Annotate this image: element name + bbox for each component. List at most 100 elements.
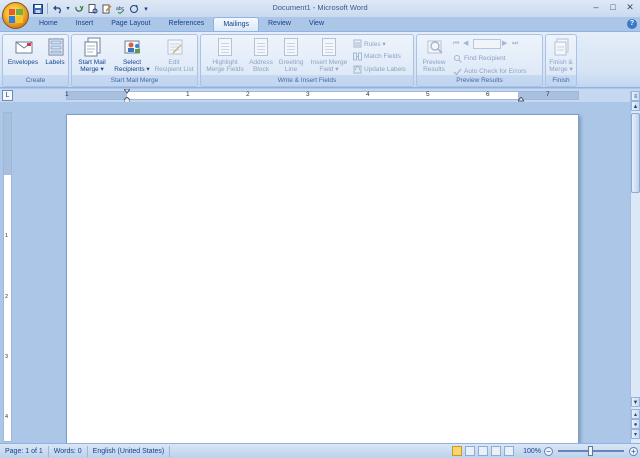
highlight-merge-fields-button[interactable]: Highlight Merge Fields <box>203 37 247 73</box>
find-recipient-icon <box>454 55 462 63</box>
insert-merge-field-label-2: Field ▾ <box>319 66 339 73</box>
envelopes-button[interactable]: Envelopes <box>5 37 41 66</box>
group-label-start-mail-merge: Start Mail Merge <box>110 77 159 84</box>
insert-merge-field-button[interactable]: Insert Merge Field ▾ <box>307 37 351 73</box>
next-page-icon[interactable]: ▾ <box>631 429 640 439</box>
update-labels-button[interactable]: Update Labels <box>353 64 406 75</box>
word-count[interactable]: Words: 0 <box>49 445 88 457</box>
zoom-slider-thumb[interactable] <box>588 446 593 456</box>
minimize-button[interactable]: – <box>588 1 604 14</box>
full-screen-reading-icon[interactable] <box>465 446 476 456</box>
start-mail-merge-label-1: Start Mail <box>78 59 106 66</box>
auto-check-errors-icon <box>453 68 462 76</box>
vertical-ruler[interactable]: 1 2 3 4 <box>3 112 12 442</box>
vertical-scrollbar[interactable]: ≡ ▲ ▼ ▴ ● ▾ <box>630 91 640 443</box>
match-fields-label: Match Fields <box>364 53 401 60</box>
document-page[interactable] <box>66 114 579 454</box>
preview-results-icon <box>425 37 443 57</box>
tab-insert[interactable]: Insert <box>67 17 103 31</box>
tab-review[interactable]: Review <box>259 17 300 31</box>
ruler-number: 4 <box>366 91 370 98</box>
select-recipients-label-2: Recipients ▾ <box>114 66 150 73</box>
rules-icon <box>353 39 362 48</box>
ruler-number: 1 <box>65 91 69 98</box>
address-block-button[interactable]: Address Block <box>247 37 275 73</box>
greeting-line-button[interactable]: Greeting Line <box>276 37 306 73</box>
highlight-merge-fields-label-1: Highlight <box>212 59 238 66</box>
labels-button[interactable]: Labels <box>43 37 67 66</box>
ruler-toggle-icon[interactable]: ≡ <box>631 91 640 101</box>
web-layout-icon[interactable] <box>478 446 489 456</box>
tab-selector[interactable]: L <box>2 90 13 101</box>
zoom-out-icon[interactable]: − <box>544 446 553 456</box>
scroll-down-icon[interactable]: ▼ <box>631 397 640 407</box>
ribbon-tabs: Home Insert Page Layout References Maili… <box>30 17 333 31</box>
edit-recipient-list-label-2: Recipient List <box>154 66 194 73</box>
insert-merge-field-icon <box>320 37 338 57</box>
vruler-number: 1 <box>5 233 9 239</box>
draft-view-icon[interactable] <box>504 446 515 456</box>
labels-icon <box>46 37 64 57</box>
first-record-icon[interactable]: ⏮ <box>453 39 462 48</box>
last-record-icon[interactable]: ⏭ <box>512 39 521 48</box>
ruler-number: 1 <box>186 91 190 98</box>
vruler-number: 2 <box>5 294 9 300</box>
find-recipient-button[interactable]: Find Recipient <box>453 53 506 64</box>
record-number-input[interactable] <box>473 38 501 49</box>
group-label-finish: Finish <box>552 77 570 84</box>
select-recipients-icon <box>123 37 141 57</box>
select-recipients-button[interactable]: Select Recipients ▾ <box>112 37 152 73</box>
tab-home[interactable]: Home <box>30 17 67 31</box>
group-preview-results: Preview Results ⏮ ◀ ▶ ⏭ Find Recipient A… <box>416 34 543 87</box>
ruler-number: 6 <box>486 91 490 98</box>
labels-label: Labels <box>45 59 65 66</box>
tab-view[interactable]: View <box>300 17 333 31</box>
envelope-icon <box>14 37 33 57</box>
highlight-merge-fields-label-2: Merge Fields <box>206 66 244 73</box>
scroll-up-icon[interactable]: ▲ <box>631 101 640 111</box>
tab-page-layout[interactable]: Page Layout <box>102 17 159 31</box>
start-mail-merge-label-2: Merge ▾ <box>80 66 104 73</box>
edit-recipient-list-button[interactable]: Edit Recipient List <box>152 37 196 73</box>
match-fields-icon <box>353 52 362 61</box>
scroll-thumb[interactable] <box>631 113 640 193</box>
page-count[interactable]: Page: 1 of 1 <box>0 445 49 457</box>
status-controls: 100% − + <box>452 445 638 457</box>
finish-merge-button[interactable]: Finish & Merge ▾ <box>546 37 576 73</box>
next-record-icon[interactable]: ▶ <box>502 39 511 48</box>
preview-results-label-1: Preview <box>422 59 446 66</box>
first-line-indent-marker[interactable] <box>124 89 130 95</box>
print-layout-view-icon[interactable] <box>452 446 463 456</box>
update-labels-icon <box>353 65 362 74</box>
horizontal-ruler[interactable]: 1 1 2 3 4 5 6 7 <box>65 89 579 103</box>
greeting-line-label-2: Line <box>284 66 298 73</box>
select-browse-object-icon[interactable]: ● <box>631 419 640 429</box>
previous-record-icon[interactable]: ◀ <box>463 39 472 48</box>
office-button[interactable] <box>2 2 29 29</box>
zoom-slider[interactable] <box>558 446 624 456</box>
zoom-level[interactable]: 100% <box>523 448 541 455</box>
address-block-label-1: Address <box>249 59 273 66</box>
close-button[interactable]: ✕ <box>622 1 638 14</box>
ruler-number: 3 <box>306 91 310 98</box>
zoom-in-icon[interactable]: + <box>629 446 638 456</box>
tab-references[interactable]: References <box>160 17 214 31</box>
ruler-number: 5 <box>426 91 430 98</box>
preview-results-button[interactable]: Preview Results <box>419 37 449 73</box>
previous-page-icon[interactable]: ▴ <box>631 409 640 419</box>
rules-button[interactable]: Rules ▾ <box>353 38 386 49</box>
outline-view-icon[interactable] <box>491 446 502 456</box>
maximize-button[interactable]: □ <box>605 1 621 14</box>
tab-mailings[interactable]: Mailings <box>213 17 259 31</box>
find-recipient-label: Find Recipient <box>464 55 506 62</box>
help-icon[interactable]: ? <box>627 19 637 29</box>
envelopes-label: Envelopes <box>7 59 39 66</box>
ruler-number: 7 <box>546 91 550 98</box>
address-block-label-2: Block <box>253 66 269 73</box>
start-mail-merge-icon <box>83 37 101 57</box>
match-fields-button[interactable]: Match Fields <box>353 51 401 62</box>
window-title: Document1 - Microsoft Word <box>272 3 368 12</box>
language-indicator[interactable]: English (United States) <box>88 445 171 457</box>
group-start-mail-merge: Start Mail Merge ▾ Select Recipients ▾ E… <box>71 34 198 87</box>
start-mail-merge-button[interactable]: Start Mail Merge ▾ <box>74 37 110 73</box>
